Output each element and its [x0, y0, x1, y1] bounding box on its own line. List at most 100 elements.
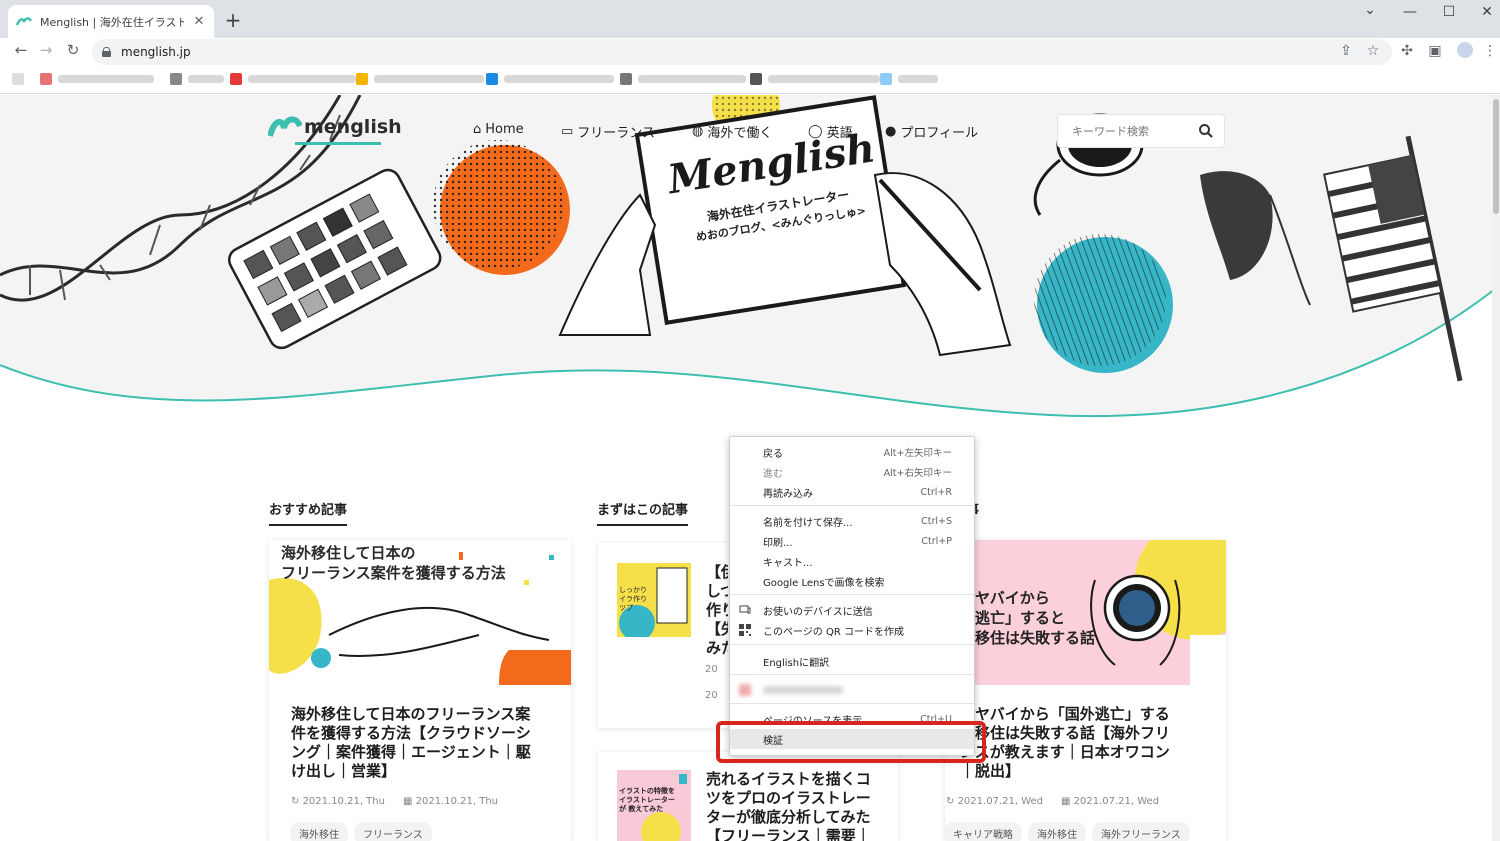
share-icon[interactable]: ⇪ — [1336, 43, 1356, 59]
bookmark-item[interactable] — [170, 72, 224, 86]
nav-freelance-label: フリーランス — [577, 126, 656, 141]
maximize-button[interactable]: ☐ — [1434, 4, 1464, 20]
minimize-button[interactable]: — — [1395, 4, 1425, 20]
ctx-item-qr-code-label: このページの QR コードを作成 — [763, 626, 904, 638]
ctx-item-forward[interactable]: 進む Alt+右矢印キー — [730, 462, 974, 482]
bookmark-item[interactable] — [750, 72, 880, 86]
nav-home-label: Home — [485, 122, 524, 137]
site-logo[interactable]: menglish — [268, 114, 402, 140]
ctx-item-back[interactable]: 戻る Alt+左矢印キー — [730, 442, 974, 462]
ctx-item-reload-shortcut: Ctrl+R — [920, 486, 952, 498]
device-icon — [739, 605, 751, 614]
bookmark-star-icon[interactable]: ☆ — [1363, 43, 1383, 59]
nav-profile[interactable]: ● プロフィール — [885, 122, 978, 141]
ctx-item-translate-label: Englishに翻訳 — [763, 657, 830, 669]
ctx-item-send-to-device[interactable]: お使いのデバイスに送信 — [730, 600, 974, 620]
new-tab-button[interactable]: + — [222, 9, 244, 31]
ctx-item-extension-label — [763, 686, 843, 694]
browser-tab[interactable]: Menglish | 海外在住イラストレーター ✕ — [8, 5, 214, 38]
post-date-middle-top-1: 20 — [705, 664, 718, 675]
post-thumb-left-text: 海外移住して日本の フリーランス案件を獲得する方法 — [281, 543, 506, 583]
refresh-icon: ↻ — [946, 796, 958, 807]
tab-title: Menglish | 海外在住イラストレーター — [40, 15, 184, 29]
bookmark-item[interactable] — [486, 72, 614, 86]
page-scrollbar[interactable] — [1492, 95, 1500, 841]
tag-chip[interactable]: フリーランス — [354, 822, 432, 841]
section-heading-recommended: おすすめ記事 — [269, 499, 348, 526]
ctx-item-save-as-shortcut: Ctrl+S — [921, 515, 952, 527]
ctx-item-cast[interactable]: キャスト... — [730, 551, 974, 571]
url-text: menglish.jp — [121, 45, 191, 59]
profile-avatar[interactable] — [1455, 42, 1475, 62]
forward-arrow-icon[interactable]: → — [33, 41, 59, 59]
post-thumb-right-text: ヤバイから 逃亡」すると 移住は失敗する話 — [975, 588, 1095, 648]
post-title-right[interactable]: がヤバイから「国外逃亡」する 外移住は失敗する話【海外フリ ンスが教えます｜日本… — [960, 705, 1205, 781]
post-title-middle-top[interactable]: 【伊 しつ 作り 【失 みた — [706, 563, 728, 658]
tab-close-icon[interactable]: ✕ — [192, 14, 206, 29]
nav-freelance[interactable]: ▭ フリーランス — [561, 122, 655, 141]
bookmark-item[interactable] — [40, 72, 154, 86]
ctx-item-google-lens-label: Google Lensで画像を検索 — [763, 577, 885, 589]
tab-search-chevron-down-icon[interactable]: ⌄ — [1355, 2, 1385, 18]
ctx-item-forward-shortcut: Alt+右矢印キー — [883, 468, 952, 479]
bookmark-item[interactable] — [880, 72, 938, 86]
bookmark-item[interactable] — [12, 72, 24, 86]
side-panel-icon[interactable]: ▣ — [1425, 43, 1445, 59]
tag-chip[interactable]: 海外移住 — [1028, 822, 1086, 841]
ctx-item-cast-label: キャスト... — [763, 557, 813, 569]
ctx-item-print-shortcut: Ctrl+P — [921, 535, 952, 547]
section-heading-start-here: まずはこの記事 — [597, 499, 689, 526]
post-thumb-middle-bottom-text: イラストの特徴を イラストレーターが 教えてみた — [619, 787, 675, 813]
ctx-item-qr-code[interactable]: このページの QR コードを作成 — [730, 620, 974, 640]
post-title-left[interactable]: 海外移住して日本のフリーランス案件を獲得する方法【クラウドソーシング｜案件獲得｜… — [291, 705, 545, 781]
user-icon: ● — [885, 124, 897, 139]
ctx-item-print[interactable]: 印刷... Ctrl+P — [730, 531, 974, 551]
ctx-item-extension[interactable] — [730, 680, 974, 700]
extensions-puzzle-icon[interactable]: ✣ — [1397, 43, 1417, 59]
post-meta-right: ↻ 2021.07.21, Wed ▦ 2021.07.21, Wed — [946, 796, 1159, 807]
published-date-left-text: 2021.10.21, Thu — [415, 796, 499, 807]
post-thumb-left-line2: フリーランス案件を獲得する方法 — [281, 564, 506, 582]
post-title-middle-bottom[interactable]: 売れるイラストを描くコツをプロのイラストレーターが徹底分析してみた【フリーランス… — [706, 770, 882, 841]
reload-icon[interactable]: ↻ — [60, 41, 86, 59]
post-date-middle-top-2: 20 — [705, 690, 718, 701]
bookmark-item[interactable] — [356, 72, 484, 86]
tag-chip[interactable]: キャリア戦略 — [944, 822, 1022, 841]
menu-kebab-icon[interactable]: ⋮ — [1480, 43, 1500, 59]
post-thumb-right-line2: 逃亡」すると — [975, 609, 1066, 627]
ctx-separator — [730, 505, 974, 506]
bookmark-item[interactable] — [230, 72, 356, 86]
ctx-item-send-to-device-label: お使いのデバイスに送信 — [763, 606, 873, 618]
ctx-item-reload[interactable]: 再読み込み Ctrl+R — [730, 482, 974, 502]
search-icon[interactable] — [1198, 123, 1214, 139]
tag-chip[interactable]: 海外フリーランス — [1092, 822, 1190, 841]
bookmark-item[interactable] — [620, 72, 746, 86]
tab-strip: Menglish | 海外在住イラストレーター ✕ + ⌄ — ☐ ✕ — [0, 0, 1500, 38]
nav-profile-label: プロフィール — [900, 126, 979, 141]
chat-icon: ◯ — [808, 124, 823, 139]
context-menu: 戻る Alt+左矢印キー 進む Alt+右矢印キー 再読み込み Ctrl+R 名前を付… — [729, 436, 975, 756]
lock-icon — [102, 47, 111, 57]
ctx-item-translate[interactable]: Englishに翻訳 — [730, 651, 974, 671]
tag-chip[interactable]: 海外移住 — [290, 822, 348, 841]
close-window-button[interactable]: ✕ — [1472, 4, 1500, 20]
calendar-icon: ▦ — [1060, 796, 1074, 807]
menglish-favicon-icon — [16, 14, 32, 30]
search-input[interactable] — [1072, 124, 1192, 138]
site-search — [1057, 114, 1225, 148]
scrollbar-thumb[interactable] — [1493, 99, 1499, 214]
refresh-icon: ↻ — [291, 796, 303, 807]
ctx-item-google-lens[interactable]: Google Lensで画像を検索 — [730, 571, 974, 591]
laptop-icon: ▭ — [561, 124, 574, 139]
ctx-separator — [730, 594, 974, 595]
nav-english[interactable]: ◯ 英語 — [808, 122, 853, 141]
nav-work-abroad[interactable]: ◍ 海外で働く — [692, 122, 772, 141]
updated-date-right-text: 2021.07.21, Wed — [957, 796, 1043, 807]
post-meta-left: ↻ 2021.10.21, Thu ▦ 2021.10.21, Thu — [291, 796, 498, 807]
extension-icon — [739, 684, 751, 696]
nav-home[interactable]: ⌂ Home — [473, 122, 524, 137]
back-arrow-icon[interactable]: ← — [8, 41, 34, 59]
address-bar[interactable]: menglish.jp — [92, 39, 1392, 65]
globe-icon: ◍ — [692, 124, 704, 139]
ctx-item-save-as[interactable]: 名前を付けて保存... Ctrl+S — [730, 511, 974, 531]
